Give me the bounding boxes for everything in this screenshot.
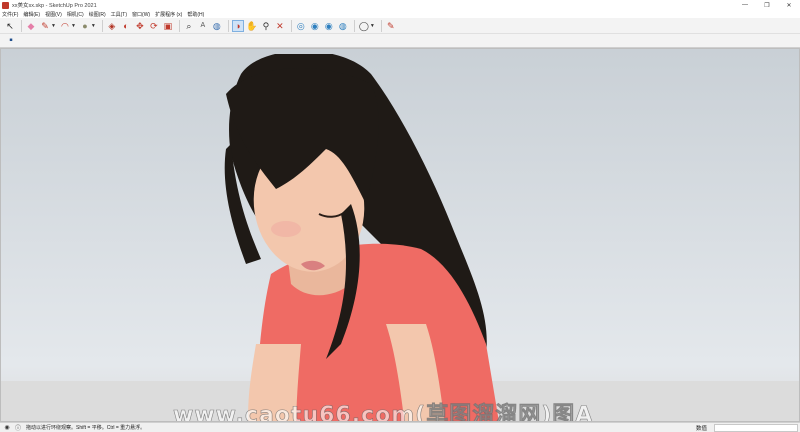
main-toolbar: ↖ ◆ ✎ ▼ ◠ ▼ ● ▼ ◈ ◐ ✥ ⟳ ▣ ⌕ A ◍ ◑ ✋ ⚲ ✕ …	[0, 18, 800, 34]
cheek	[271, 221, 301, 237]
text-tool-icon[interactable]: A	[197, 20, 209, 32]
sketchup-app-icon	[2, 1, 9, 9]
pencil-tool-icon[interactable]: ✎	[39, 20, 51, 32]
shape-tool-icon[interactable]: ●	[79, 20, 91, 32]
sketchup-window: xx美女sx.skp - SketchUp Pro 2021 — ❐ ✕ 文件(…	[0, 0, 800, 432]
eraser-tool-icon[interactable]: ◆	[25, 20, 37, 32]
toolbar-divider	[21, 19, 22, 32]
watermark-text: www.caotu66.com(草图溜溜网)图A	[173, 403, 594, 422]
walk-tool-icon[interactable]: ◎	[295, 20, 307, 32]
toolbar-divider	[227, 19, 229, 32]
maximize-button[interactable]: ❐	[756, 0, 778, 10]
toolbar-divider	[290, 19, 292, 32]
menu-edit[interactable]: 编辑(E)	[23, 11, 40, 18]
measurements-label: 数值	[696, 426, 708, 432]
menu-view[interactable]: 视图(V)	[45, 11, 62, 18]
arc-dropdown-icon[interactable]: ▼	[71, 23, 76, 29]
menu-camera[interactable]: 相机(C)	[67, 11, 84, 18]
minimize-button[interactable]: —	[734, 0, 756, 10]
close-button[interactable]: ✕	[778, 0, 800, 10]
camera-views-icon[interactable]: ▪	[5, 35, 17, 47]
account-icon[interactable]: ◯	[358, 20, 370, 32]
menu-tools[interactable]: 工具(T)	[111, 11, 127, 18]
toolbar-divider	[178, 19, 180, 32]
toolbar-divider	[353, 19, 355, 32]
shape-dropdown-icon[interactable]: ▼	[91, 23, 96, 29]
menu-help[interactable]: 帮助(H)	[187, 11, 204, 18]
status-bar: ◉ ⓘ 拖动以进行环绕观察。Shift = 平移。Ctrl = 重力悬浮。 数值	[0, 422, 800, 432]
girl-3d-model	[224, 54, 499, 421]
secondary-toolbar: ▪	[0, 34, 800, 48]
orbit-tool-icon[interactable]: ◑	[231, 19, 244, 32]
model-viewport[interactable]: www.caotu66.com(草图溜溜网)图A	[0, 48, 800, 422]
menu-bar: 文件(F) 编辑(E) 视图(V) 相机(C) 绘图(R) 工具(T) 窗口(W…	[0, 10, 800, 18]
measurements-input[interactable]	[714, 424, 798, 432]
menu-window[interactable]: 窗口(W)	[132, 11, 150, 18]
title-bar: xx美女sx.skp - SketchUp Pro 2021 — ❐ ✕	[0, 0, 800, 10]
pencil-dropdown-icon[interactable]: ▼	[51, 23, 56, 29]
push-pull-tool-icon[interactable]: ◈	[106, 20, 118, 32]
edit-note-tool-icon[interactable]: ✎	[385, 20, 397, 32]
window-title: xx美女sx.skp - SketchUp Pro 2021	[12, 3, 97, 9]
move-tool-icon[interactable]: ✥	[134, 20, 146, 32]
menu-extensions[interactable]: 扩展程序 (x)	[155, 11, 182, 18]
follow-me-tool-icon[interactable]: ◐	[120, 20, 132, 32]
toolbar-divider	[101, 19, 103, 32]
position-camera-tool-icon[interactable]: ◉	[323, 20, 335, 32]
rotate-tool-icon[interactable]: ⟳	[148, 20, 160, 32]
zoom-tool-icon[interactable]: ⚲	[260, 20, 272, 32]
menu-draw[interactable]: 绘图(R)	[89, 11, 106, 18]
menu-file[interactable]: 文件(F)	[2, 11, 18, 18]
pan-tool-icon[interactable]: ✋	[246, 20, 258, 32]
arc-tool-icon[interactable]: ◠	[59, 20, 71, 32]
select-tool-icon[interactable]: ↖	[4, 20, 16, 32]
look-around-tool-icon[interactable]: ◉	[309, 20, 321, 32]
window-controls: — ❐ ✕	[734, 0, 800, 10]
paint-bucket-tool-icon[interactable]: ◍	[211, 20, 223, 32]
toolbar-divider	[380, 19, 382, 32]
geolocation-icon[interactable]: ◉	[3, 424, 11, 432]
zoom-extents-tool-icon[interactable]: ✕	[274, 20, 286, 32]
tape-measure-tool-icon[interactable]: ⌕	[183, 20, 195, 32]
section-plane-tool-icon[interactable]: ◍	[337, 20, 349, 32]
account-dropdown-icon[interactable]: ▼	[370, 23, 375, 29]
status-message: 拖动以进行环绕观察。Shift = 平移。Ctrl = 重力悬浮。	[26, 425, 146, 431]
info-icon[interactable]: ⓘ	[14, 424, 22, 432]
scale-tool-icon[interactable]: ▣	[162, 20, 174, 32]
